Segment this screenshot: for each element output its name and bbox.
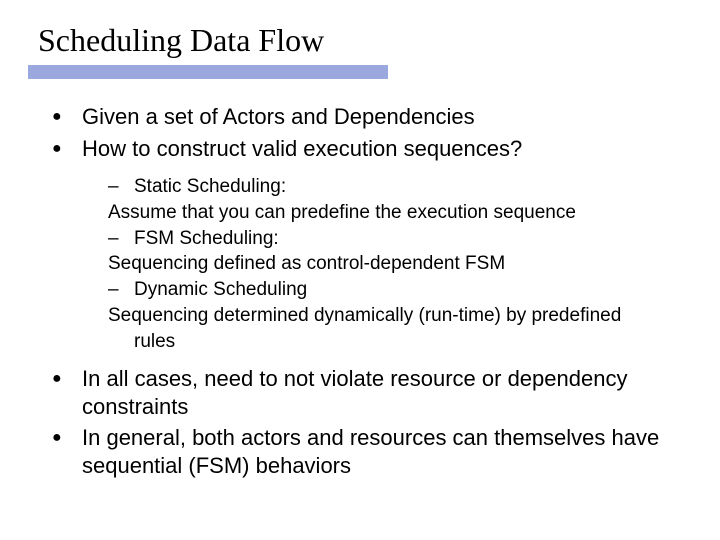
dash-icon: – [108,175,134,199]
slide: Scheduling Data Flow ● Given a set of Ac… [0,0,720,540]
sub-bullet-cont: Sequencing determined dynamically (run-t… [108,304,660,328]
bullet-text: In all cases, need to not violate resour… [82,365,660,420]
bullet-icon: ● [52,424,74,479]
bullet-icon: ● [52,365,74,420]
sub-bullet-cont: Sequencing defined as control-dependent … [108,252,660,276]
sub-bullet-cont: rules [108,330,660,354]
dash-icon: – [108,227,134,251]
bullet-1: ● In general, both actors and resources … [52,424,660,479]
slide-body: ● Given a set of Actors and Dependencies… [0,79,720,479]
sub-bullet: – Static Scheduling: [108,175,660,199]
bullet-1: ● Given a set of Actors and Dependencies [52,103,660,131]
bullet-icon: ● [52,135,74,163]
bullet-icon: ● [52,103,74,131]
bullet-1: ● How to construct valid execution seque… [52,135,660,163]
bullet-text: In general, both actors and resources ca… [82,424,660,479]
sub-bullet-text: FSM Scheduling: [134,227,279,251]
sub-bullet: – Dynamic Scheduling [108,278,660,302]
sub-bullet-text: Static Scheduling: [134,175,286,199]
bullet-1: ● In all cases, need to not violate reso… [52,365,660,420]
bullet-text: Given a set of Actors and Dependencies [82,103,475,131]
bullet-text: How to construct valid execution sequenc… [82,135,522,163]
dash-icon: – [108,278,134,302]
sub-bullet: – FSM Scheduling: [108,227,660,251]
slide-title: Scheduling Data Flow [0,0,720,65]
sub-bullet-cont: Assume that you can predefine the execut… [108,201,660,225]
sub-bullet-text: Dynamic Scheduling [134,278,307,302]
title-underline [28,65,388,79]
sub-bullets: – Static Scheduling: Assume that you can… [52,167,660,361]
